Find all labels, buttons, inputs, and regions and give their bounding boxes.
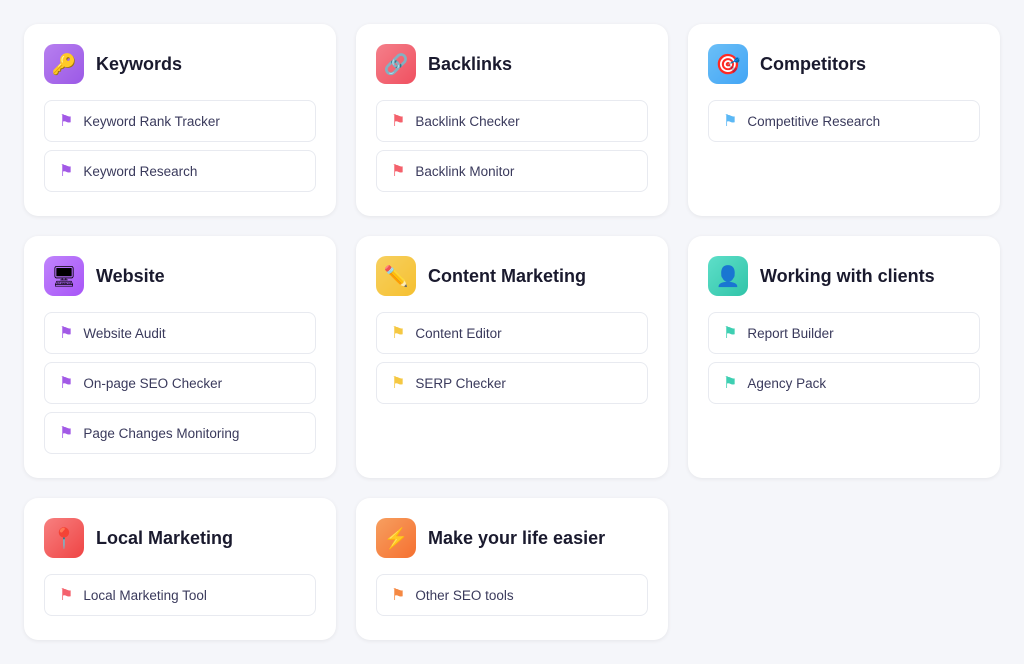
page-changes-label: Page Changes Monitoring <box>83 426 239 441</box>
card-keywords: 🔑 Keywords ⚑ Keyword Rank Tracker ⚑ Keyw… <box>24 24 336 216</box>
card-header-working-with-clients: 👤 Working with clients <box>708 256 980 296</box>
website-title: Website <box>96 266 165 287</box>
card-header-website: 🖥 Website <box>44 256 316 296</box>
make-life-easier-title: Make your life easier <box>428 528 605 549</box>
backlink-monitor-flag: ⚑ <box>391 161 405 181</box>
content-editor-item[interactable]: ⚑ Content Editor <box>376 312 648 354</box>
keywords-title: Keywords <box>96 54 182 75</box>
website-audit-label: Website Audit <box>83 326 165 341</box>
keyword-research-item[interactable]: ⚑ Keyword Research <box>44 150 316 192</box>
card-backlinks: 🔗 Backlinks ⚑ Backlink Checker ⚑ Backlin… <box>356 24 668 216</box>
local-marketing-tool-item[interactable]: ⚑ Local Marketing Tool <box>44 574 316 616</box>
competitors-items: ⚑ Competitive Research <box>708 100 980 142</box>
card-local-marketing: 📍 Local Marketing ⚑ Local Marketing Tool <box>24 498 336 640</box>
serp-checker-item[interactable]: ⚑ SERP Checker <box>376 362 648 404</box>
card-header-keywords: 🔑 Keywords <box>44 44 316 84</box>
competitive-research-item[interactable]: ⚑ Competitive Research <box>708 100 980 142</box>
keyword-rank-tracker-label: Keyword Rank Tracker <box>83 114 220 129</box>
content-marketing-title: Content Marketing <box>428 266 586 287</box>
on-page-seo-checker-item[interactable]: ⚑ On-page SEO Checker <box>44 362 316 404</box>
working-with-clients-icon: 👤 <box>708 256 748 296</box>
card-website: 🖥 Website ⚑ Website Audit ⚑ On-page SEO … <box>24 236 336 478</box>
card-header-competitors: 🎯 Competitors <box>708 44 980 84</box>
keyword-research-flag: ⚑ <box>59 161 73 181</box>
keywords-items: ⚑ Keyword Rank Tracker ⚑ Keyword Researc… <box>44 100 316 192</box>
make-life-easier-icon: ⚡ <box>376 518 416 558</box>
website-audit-flag: ⚑ <box>59 323 73 343</box>
local-marketing-icon: 📍 <box>44 518 84 558</box>
backlink-monitor-item[interactable]: ⚑ Backlink Monitor <box>376 150 648 192</box>
card-header-content-marketing: ✏️ Content Marketing <box>376 256 648 296</box>
local-marketing-title: Local Marketing <box>96 528 233 549</box>
serp-checker-label: SERP Checker <box>415 376 506 391</box>
competitors-title: Competitors <box>760 54 866 75</box>
working-with-clients-items: ⚑ Report Builder ⚑ Agency Pack <box>708 312 980 404</box>
card-make-life-easier: ⚡ Make your life easier ⚑ Other SEO tool… <box>356 498 668 640</box>
competitors-icon: 🎯 <box>708 44 748 84</box>
main-grid: 🔑 Keywords ⚑ Keyword Rank Tracker ⚑ Keyw… <box>24 24 1000 640</box>
competitive-research-label: Competitive Research <box>747 114 880 129</box>
card-header-local-marketing: 📍 Local Marketing <box>44 518 316 558</box>
backlinks-items: ⚑ Backlink Checker ⚑ Backlink Monitor <box>376 100 648 192</box>
report-builder-flag: ⚑ <box>723 323 737 343</box>
other-seo-tools-item[interactable]: ⚑ Other SEO tools <box>376 574 648 616</box>
on-page-seo-label: On-page SEO Checker <box>83 376 222 391</box>
card-competitors: 🎯 Competitors ⚑ Competitive Research <box>688 24 1000 216</box>
keyword-rank-tracker-item[interactable]: ⚑ Keyword Rank Tracker <box>44 100 316 142</box>
backlink-checker-flag: ⚑ <box>391 111 405 131</box>
agency-pack-item[interactable]: ⚑ Agency Pack <box>708 362 980 404</box>
content-marketing-icon: ✏️ <box>376 256 416 296</box>
other-seo-tools-flag: ⚑ <box>391 585 405 605</box>
card-working-with-clients: 👤 Working with clients ⚑ Report Builder … <box>688 236 1000 478</box>
keywords-icon: 🔑 <box>44 44 84 84</box>
backlink-checker-item[interactable]: ⚑ Backlink Checker <box>376 100 648 142</box>
other-seo-tools-label: Other SEO tools <box>415 588 513 603</box>
competitive-research-flag: ⚑ <box>723 111 737 131</box>
local-marketing-tool-flag: ⚑ <box>59 585 73 605</box>
content-marketing-items: ⚑ Content Editor ⚑ SERP Checker <box>376 312 648 404</box>
agency-pack-flag: ⚑ <box>723 373 737 393</box>
backlink-monitor-label: Backlink Monitor <box>415 164 514 179</box>
report-builder-item[interactable]: ⚑ Report Builder <box>708 312 980 354</box>
card-header-make-life-easier: ⚡ Make your life easier <box>376 518 648 558</box>
content-editor-flag: ⚑ <box>391 323 405 343</box>
local-marketing-items: ⚑ Local Marketing Tool <box>44 574 316 616</box>
backlinks-icon: 🔗 <box>376 44 416 84</box>
report-builder-label: Report Builder <box>747 326 833 341</box>
serp-checker-flag: ⚑ <box>391 373 405 393</box>
content-editor-label: Content Editor <box>415 326 501 341</box>
website-icon: 🖥 <box>44 256 84 296</box>
on-page-seo-flag: ⚑ <box>59 373 73 393</box>
agency-pack-label: Agency Pack <box>747 376 826 391</box>
backlink-checker-label: Backlink Checker <box>415 114 519 129</box>
backlinks-title: Backlinks <box>428 54 512 75</box>
keyword-research-label: Keyword Research <box>83 164 197 179</box>
website-items: ⚑ Website Audit ⚑ On-page SEO Checker ⚑ … <box>44 312 316 454</box>
card-content-marketing: ✏️ Content Marketing ⚑ Content Editor ⚑ … <box>356 236 668 478</box>
keyword-rank-tracker-flag: ⚑ <box>59 111 73 131</box>
make-life-easier-items: ⚑ Other SEO tools <box>376 574 648 616</box>
working-with-clients-title: Working with clients <box>760 266 935 287</box>
empty-cell <box>688 498 1000 640</box>
card-header-backlinks: 🔗 Backlinks <box>376 44 648 84</box>
local-marketing-tool-label: Local Marketing Tool <box>83 588 207 603</box>
page-changes-flag: ⚑ <box>59 423 73 443</box>
page-changes-monitoring-item[interactable]: ⚑ Page Changes Monitoring <box>44 412 316 454</box>
website-audit-item[interactable]: ⚑ Website Audit <box>44 312 316 354</box>
